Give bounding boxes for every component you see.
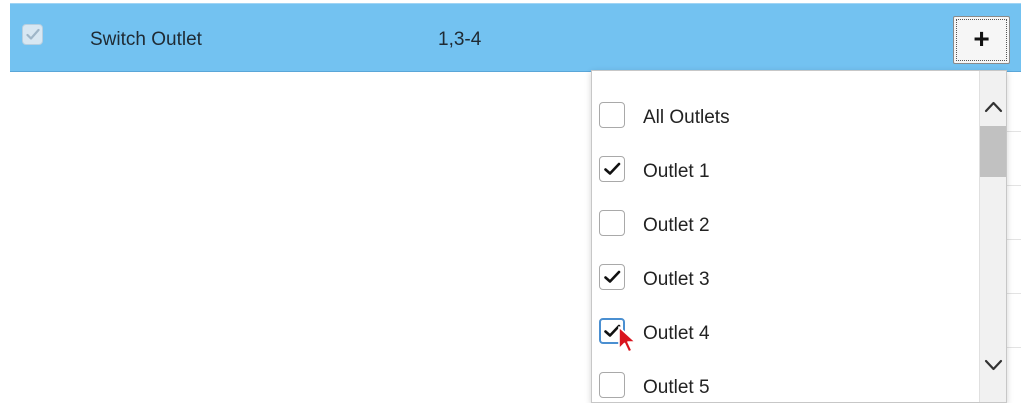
mouse-pointer-icon (618, 326, 637, 353)
option-checkbox[interactable] (599, 102, 625, 128)
option-label: Outlet 4 (643, 323, 710, 344)
scroll-down-button[interactable] (980, 351, 1006, 379)
checkmark-icon (604, 162, 621, 175)
stage: Switch Outlet 1,3-4 + All Outlets Outlet… (0, 0, 1021, 403)
row-checkbox[interactable] (22, 24, 43, 45)
option-label: Outlet 5 (643, 377, 710, 398)
option-outlet-4[interactable]: Outlet 4 (592, 297, 978, 351)
option-label: Outlet 2 (643, 215, 710, 236)
option-outlet-2[interactable]: Outlet 2 (592, 189, 978, 243)
option-checkbox[interactable] (599, 156, 625, 182)
dropdown-scrollbar[interactable] (979, 71, 1006, 402)
checkmark-icon (604, 270, 621, 283)
action-value: 1,3-4 (438, 29, 482, 50)
action-name: Switch Outlet (90, 29, 202, 50)
scrollbar-thumb[interactable] (980, 126, 1006, 177)
option-outlet-5[interactable]: Outlet 5 (592, 351, 978, 402)
scroll-up-button[interactable] (980, 93, 1006, 121)
chevron-up-icon (984, 101, 1003, 113)
option-outlet-1[interactable]: Outlet 1 (592, 135, 978, 189)
option-all-outlets[interactable]: All Outlets (592, 81, 978, 135)
option-checkbox[interactable] (599, 210, 625, 236)
checkmark-icon (26, 28, 40, 40)
selected-table-row[interactable]: Switch Outlet 1,3-4 + (10, 3, 1021, 72)
chevron-down-icon (984, 359, 1003, 371)
option-label: Outlet 1 (643, 161, 710, 182)
outlet-dropdown: All Outlets Outlet 1 Outlet 2 Outlet 3 O… (591, 70, 1007, 403)
option-checkbox[interactable] (599, 372, 625, 398)
option-label: Outlet 3 (643, 269, 710, 290)
option-checkbox[interactable] (599, 264, 625, 290)
option-label: All Outlets (643, 107, 730, 128)
add-button[interactable]: + (953, 16, 1010, 64)
option-outlet-3[interactable]: Outlet 3 (592, 243, 978, 297)
